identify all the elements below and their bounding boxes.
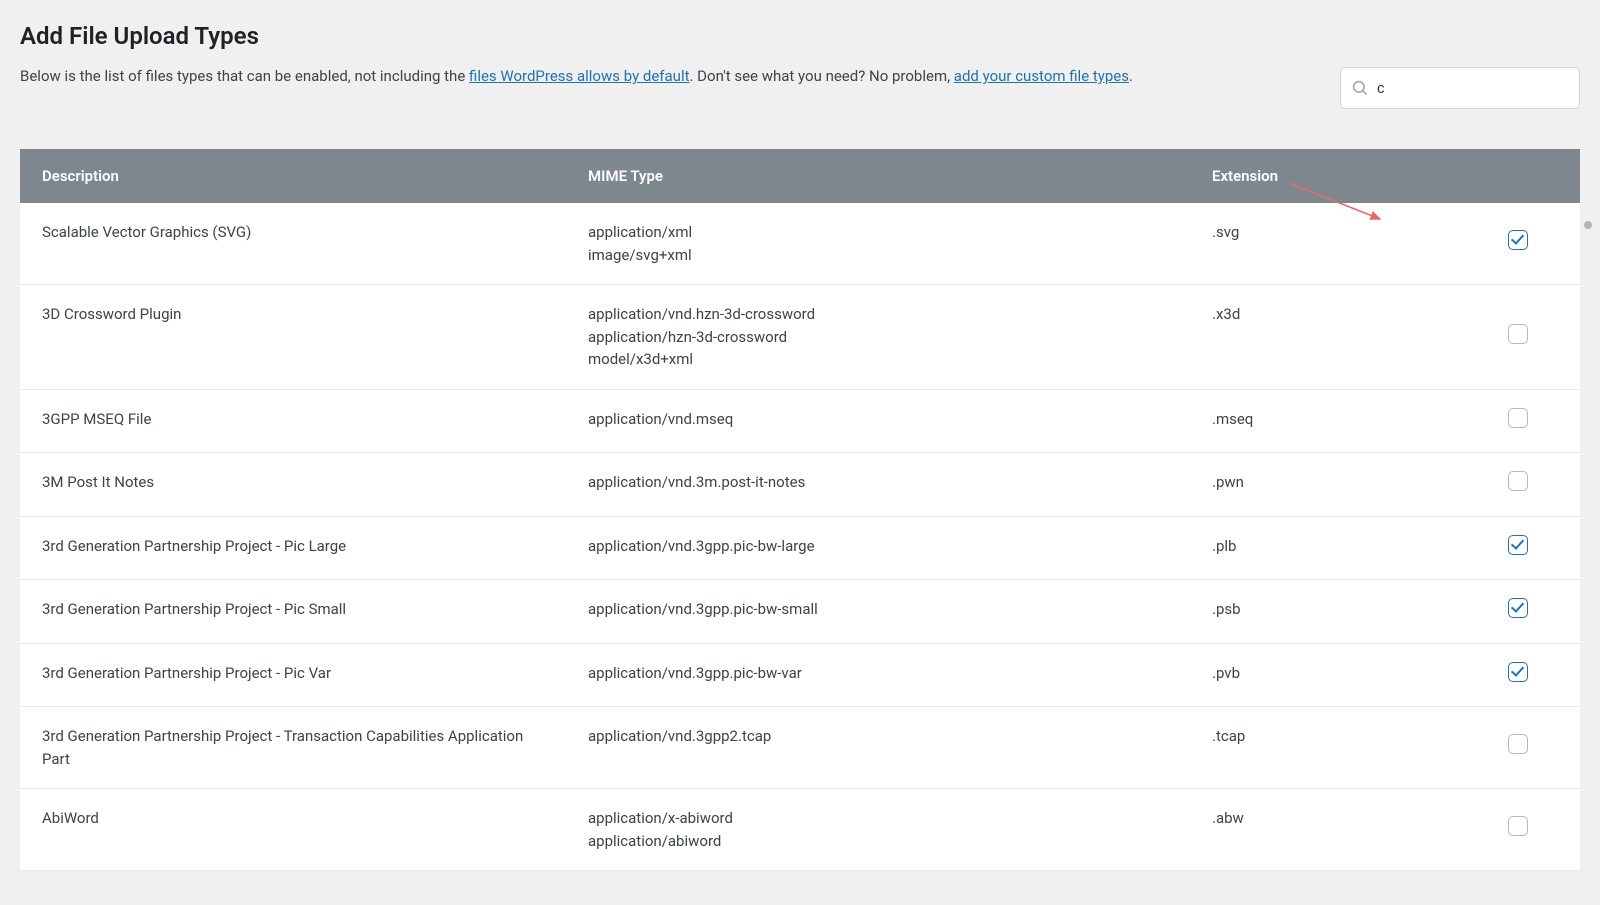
cell-checkbox [1455,453,1580,517]
cell-mime: application/vnd.3m.post-it-notes [566,453,1190,517]
table-row: Scalable Vector Graphics (SVG)applicatio… [20,203,1580,285]
cell-mime: application/vnd.3gpp.pic-bw-large [566,516,1190,580]
table-row: 3rd Generation Partnership Project - Pic… [20,580,1580,644]
cell-description: 3rd Generation Partnership Project - Pic… [20,516,566,580]
cell-extension: .pwn [1190,453,1455,517]
cell-mime: application/vnd.mseq [566,389,1190,453]
mime-line: application/vnd.3gpp2.tcap [588,725,1168,748]
search-icon [1351,79,1369,97]
header-text: Add File Upload Types Below is the list … [20,22,1340,88]
cell-mime: application/xmlimage/svg+xml [566,203,1190,285]
col-checkbox [1455,149,1580,203]
cell-checkbox [1455,580,1580,644]
search-input[interactable] [1369,80,1569,97]
cell-extension: .mseq [1190,389,1455,453]
page-title: Add File Upload Types [20,22,1310,50]
cell-extension: .abw [1190,789,1455,871]
mime-line: application/vnd.mseq [588,408,1168,431]
mime-line: application/vnd.3gpp.pic-bw-var [588,662,1168,685]
mime-line: application/vnd.3m.post-it-notes [588,471,1168,494]
cell-description: 3M Post It Notes [20,453,566,517]
table-row: 3rd Generation Partnership Project - Tra… [20,707,1580,789]
cell-extension: .svg [1190,203,1455,285]
cell-checkbox [1455,643,1580,707]
mime-line: application/vnd.3gpp.pic-bw-small [588,598,1168,621]
cell-checkbox [1455,707,1580,789]
cell-checkbox [1455,516,1580,580]
cell-mime: application/x-abiwordapplication/abiword [566,789,1190,871]
wp-default-files-link[interactable]: files WordPress allows by default [469,67,690,85]
table-container: Description MIME Type Extension Scalable… [20,149,1580,871]
cell-mime: application/vnd.3gpp.pic-bw-small [566,580,1190,644]
cell-checkbox [1455,389,1580,453]
table-body: Scalable Vector Graphics (SVG)applicatio… [20,203,1580,871]
col-mime: MIME Type [566,149,1190,203]
table-row: 3M Post It Notes application/vnd.3m.post-… [20,453,1580,517]
cell-mime: application/vnd.3gpp2.tcap [566,707,1190,789]
mime-line: image/svg+xml [588,244,1168,267]
cell-description: 3rd Generation Partnership Project - Pic… [20,580,566,644]
mime-line: application/vnd.3gpp.pic-bw-large [588,535,1168,558]
table-row: 3rd Generation Partnership Project - Pic… [20,516,1580,580]
enable-checkbox[interactable] [1508,535,1528,555]
cell-mime: application/vnd.3gpp.pic-bw-var [566,643,1190,707]
enable-checkbox[interactable] [1508,324,1528,344]
table-row: AbiWordapplication/x-abiwordapplication/… [20,789,1580,871]
cell-checkbox [1455,203,1580,285]
page-wrap: Add File Upload Types Below is the list … [0,0,1600,871]
enable-checkbox[interactable] [1508,230,1528,250]
intro-after: . [1129,67,1133,85]
intro-before: Below is the list of files types that ca… [20,67,469,85]
cell-mime: application/vnd.hzn-3d-crosswordapplicat… [566,285,1190,390]
mime-line: application/xml [588,221,1168,244]
mime-line: model/x3d+xml [588,348,1168,371]
cell-description: Scalable Vector Graphics (SVG) [20,203,566,285]
mime-line: application/x-abiword [588,807,1168,830]
mime-line: application/abiword [588,830,1168,853]
col-extension: Extension [1190,149,1455,203]
scrollbar-thumb[interactable] [1584,221,1592,229]
search-box[interactable] [1340,67,1580,109]
table-header-row: Description MIME Type Extension [20,149,1580,203]
cell-checkbox [1455,285,1580,390]
enable-checkbox[interactable] [1508,598,1528,618]
intro-mid: . Don't see what you need? No problem, [690,67,954,85]
cell-checkbox [1455,789,1580,871]
table-row: 3rd Generation Partnership Project - Pic… [20,643,1580,707]
cell-description: AbiWord [20,789,566,871]
table-row: 3D Crossword Pluginapplication/vnd.hzn-3… [20,285,1580,390]
mime-line: application/vnd.hzn-3d-crossword [588,303,1168,326]
cell-description: 3rd Generation Partnership Project - Pic… [20,643,566,707]
enable-checkbox[interactable] [1508,471,1528,491]
file-types-table: Description MIME Type Extension Scalable… [20,149,1580,871]
enable-checkbox[interactable] [1508,734,1528,754]
header-row: Add File Upload Types Below is the list … [20,22,1580,109]
cell-extension: .tcap [1190,707,1455,789]
cell-extension: .x3d [1190,285,1455,390]
cell-extension: .pvb [1190,643,1455,707]
cell-extension: .psb [1190,580,1455,644]
col-description: Description [20,149,566,203]
cell-description: 3rd Generation Partnership Project - Tra… [20,707,566,789]
cell-description: 3D Crossword Plugin [20,285,566,390]
enable-checkbox[interactable] [1508,662,1528,682]
add-custom-types-link[interactable]: add your custom file types [954,67,1129,85]
table-row: 3GPP MSEQ File application/vnd.mseq .mseq [20,389,1580,453]
cell-extension: .plb [1190,516,1455,580]
enable-checkbox[interactable] [1508,816,1528,836]
intro-text: Below is the list of files types that ca… [20,64,1170,88]
mime-line: application/hzn-3d-crossword [588,326,1168,349]
cell-description: 3GPP MSEQ File [20,389,566,453]
enable-checkbox[interactable] [1508,408,1528,428]
